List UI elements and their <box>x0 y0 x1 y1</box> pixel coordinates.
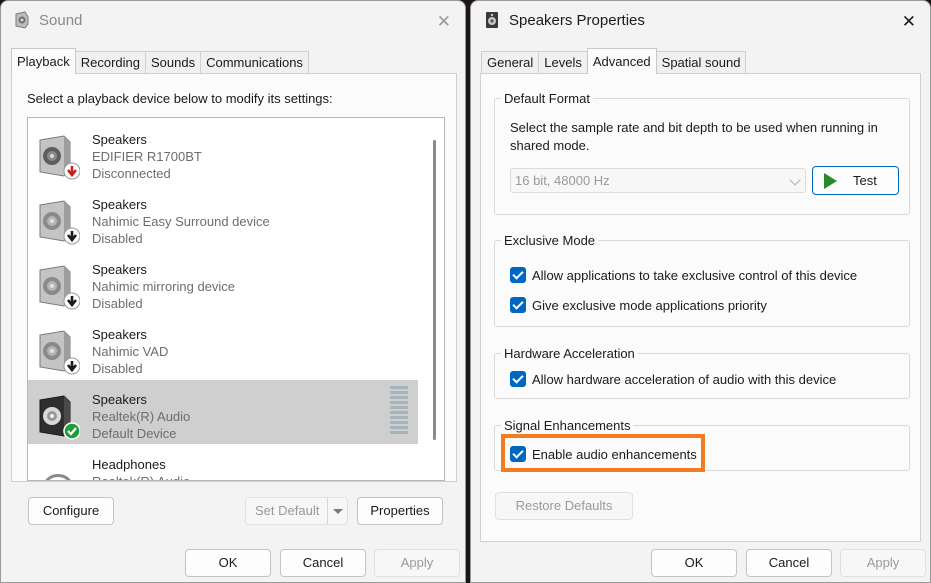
device-list-scrollbar[interactable] <box>433 140 436 440</box>
device-description: Realtek(R) Audio <box>92 409 191 424</box>
speaker-app-icon <box>486 12 498 28</box>
speaker-disconnected-icon <box>39 135 80 180</box>
device-item-nahimic-easy-surround[interactable]: Speakers Nahimic Easy Surround device Di… <box>28 185 418 249</box>
tab-communications[interactable]: Communications <box>200 51 309 74</box>
device-name: Speakers <box>92 327 147 342</box>
play-icon <box>824 173 837 189</box>
default-format-description: Select the sample rate and bit depth to … <box>510 120 878 153</box>
sound-ok-button[interactable]: OK <box>185 549 271 577</box>
test-button-label: Test <box>853 173 877 188</box>
tab-levels[interactable]: Levels <box>538 51 588 74</box>
test-button[interactable]: Test <box>812 166 899 195</box>
device-status: Disabled <box>92 231 143 246</box>
hardware-acceleration-option[interactable]: Allow hardware acceleration of audio wit… <box>510 370 836 388</box>
configure-button[interactable]: Configure <box>28 497 114 525</box>
speaker-disabled-icon <box>39 200 80 245</box>
hardware-acceleration-group: Hardware Acceleration Allow hardware acc… <box>494 346 910 399</box>
properties-button[interactable]: Properties <box>357 497 443 525</box>
sound-tab-strip: Playback Recording Sounds Communications <box>11 48 309 74</box>
tab-advanced[interactable]: Advanced <box>586 48 657 74</box>
restore-defaults-button[interactable]: Restore Defaults <box>495 492 633 520</box>
properties-titlebar[interactable]: Speakers Properties ✕ <box>471 1 930 41</box>
device-item-headphones[interactable]: Headphones Realtek(R) Audio <box>28 445 418 480</box>
properties-window-title: Speakers Properties <box>509 12 645 29</box>
tab-sounds[interactable]: Sounds <box>145 51 202 74</box>
device-description: Realtek(R) Audio <box>92 473 190 480</box>
tab-playback[interactable]: Playback <box>11 48 76 74</box>
speaker-default-icon <box>39 395 80 440</box>
playback-instruction: Select a playback device below to modify… <box>27 91 333 106</box>
default-format-group: Default Format Select the sample rate an… <box>494 91 910 215</box>
tab-spatial-sound[interactable]: Spatial sound <box>655 51 747 74</box>
device-status: Disabled <box>92 361 143 376</box>
chevron-down-icon <box>789 174 801 186</box>
device-status: Disabled <box>92 296 143 311</box>
chevron-down-icon[interactable] <box>327 498 347 524</box>
sample-rate-value: 16 bit, 48000 Hz <box>515 173 610 188</box>
device-name: Headphones <box>92 457 166 472</box>
sound-apply-button[interactable]: Apply <box>374 549 460 577</box>
device-item-nahimic-vad[interactable]: Speakers Nahimic VAD Disabled <box>28 315 418 379</box>
exclusive-priority-label: Give exclusive mode applications priorit… <box>532 297 767 313</box>
sound-close-button[interactable]: ✕ <box>437 13 451 30</box>
properties-apply-button[interactable]: Apply <box>840 549 926 577</box>
hardware-acceleration-checkbox[interactable] <box>510 371 526 387</box>
headphones-icon <box>45 474 71 480</box>
tab-general[interactable]: General <box>481 51 540 74</box>
speaker-app-icon <box>15 11 29 29</box>
exclusive-control-option[interactable]: Allow applications to take exclusive con… <box>510 266 857 284</box>
sound-window: Sound ✕ Playback Recording Sounds Commun… <box>0 0 466 583</box>
exclusive-priority-checkbox[interactable] <box>510 297 526 313</box>
device-description: Nahimic mirroring device <box>92 279 236 294</box>
speakers-properties-window: Speakers Properties ✕ General Levels Adv… <box>470 0 931 583</box>
device-description: EDIFIER R1700BT <box>92 149 202 164</box>
sample-rate-dropdown[interactable]: 16 bit, 48000 Hz <box>510 168 806 193</box>
sound-titlebar[interactable]: Sound ✕ <box>1 1 465 41</box>
properties-cancel-button[interactable]: Cancel <box>746 549 832 577</box>
exclusive-mode-group: Exclusive Mode Allow applications to tak… <box>494 233 910 327</box>
device-status: Disconnected <box>92 166 171 181</box>
exclusive-control-checkbox[interactable] <box>510 267 526 283</box>
exclusive-priority-option[interactable]: Give exclusive mode applications priorit… <box>510 296 767 314</box>
exclusive-mode-label: Exclusive Mode <box>501 233 599 248</box>
device-item-edifier[interactable]: Speakers EDIFIER R1700BT Disconnected <box>28 120 418 184</box>
exclusive-control-label: Allow applications to take exclusive con… <box>532 267 858 283</box>
set-default-label: Set Default <box>255 503 320 518</box>
properties-ok-button[interactable]: OK <box>651 549 737 577</box>
device-description: Nahimic Easy Surround device <box>92 214 270 229</box>
hardware-acceleration-label: Hardware Acceleration <box>501 346 638 361</box>
device-status: Default Device <box>92 426 177 441</box>
speaker-disabled-icon <box>39 265 80 310</box>
sound-window-title: Sound <box>39 12 83 29</box>
sound-cancel-button[interactable]: Cancel <box>280 549 366 577</box>
properties-close-button[interactable]: ✕ <box>902 13 916 30</box>
speaker-disabled-icon <box>39 330 80 375</box>
device-description: Nahimic VAD <box>92 344 169 359</box>
hardware-acceleration-option-label: Allow hardware acceleration of audio wit… <box>532 371 837 387</box>
device-item-nahimic-mirroring[interactable]: Speakers Nahimic mirroring device Disabl… <box>28 250 418 314</box>
device-name: Speakers <box>92 197 147 212</box>
properties-tab-strip: General Levels Advanced Spatial sound <box>481 48 747 74</box>
device-item-realtek-speakers[interactable]: Speakers Realtek(R) Audio Default Device <box>28 380 418 444</box>
default-format-label: Default Format <box>501 91 593 106</box>
device-name: Speakers <box>92 392 147 407</box>
set-default-button[interactable]: Set Default <box>245 497 348 525</box>
playback-device-list[interactable]: Speakers EDIFIER R1700BT Disconnected Sp… <box>27 117 445 481</box>
signal-enhancements-label: Signal Enhancements <box>501 418 634 433</box>
device-name: Speakers <box>92 262 147 277</box>
tab-recording[interactable]: Recording <box>74 51 147 74</box>
device-name: Speakers <box>92 132 147 147</box>
annotation-highlight-box <box>501 434 705 472</box>
volume-level-meter <box>390 386 408 436</box>
